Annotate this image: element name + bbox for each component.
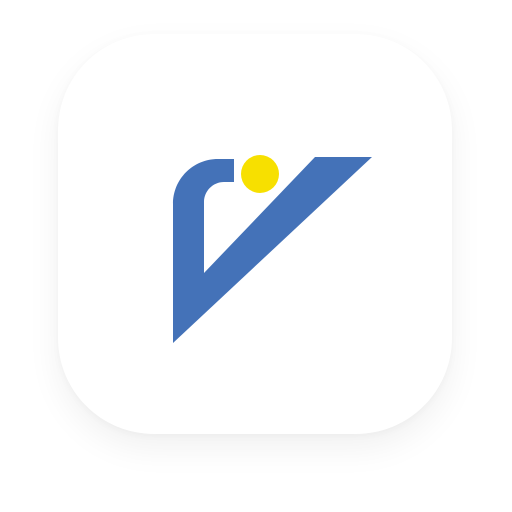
yellow-dot-icon	[241, 155, 279, 193]
v-checkmark-logo-icon	[173, 155, 372, 343]
icon-canvas	[0, 0, 512, 512]
